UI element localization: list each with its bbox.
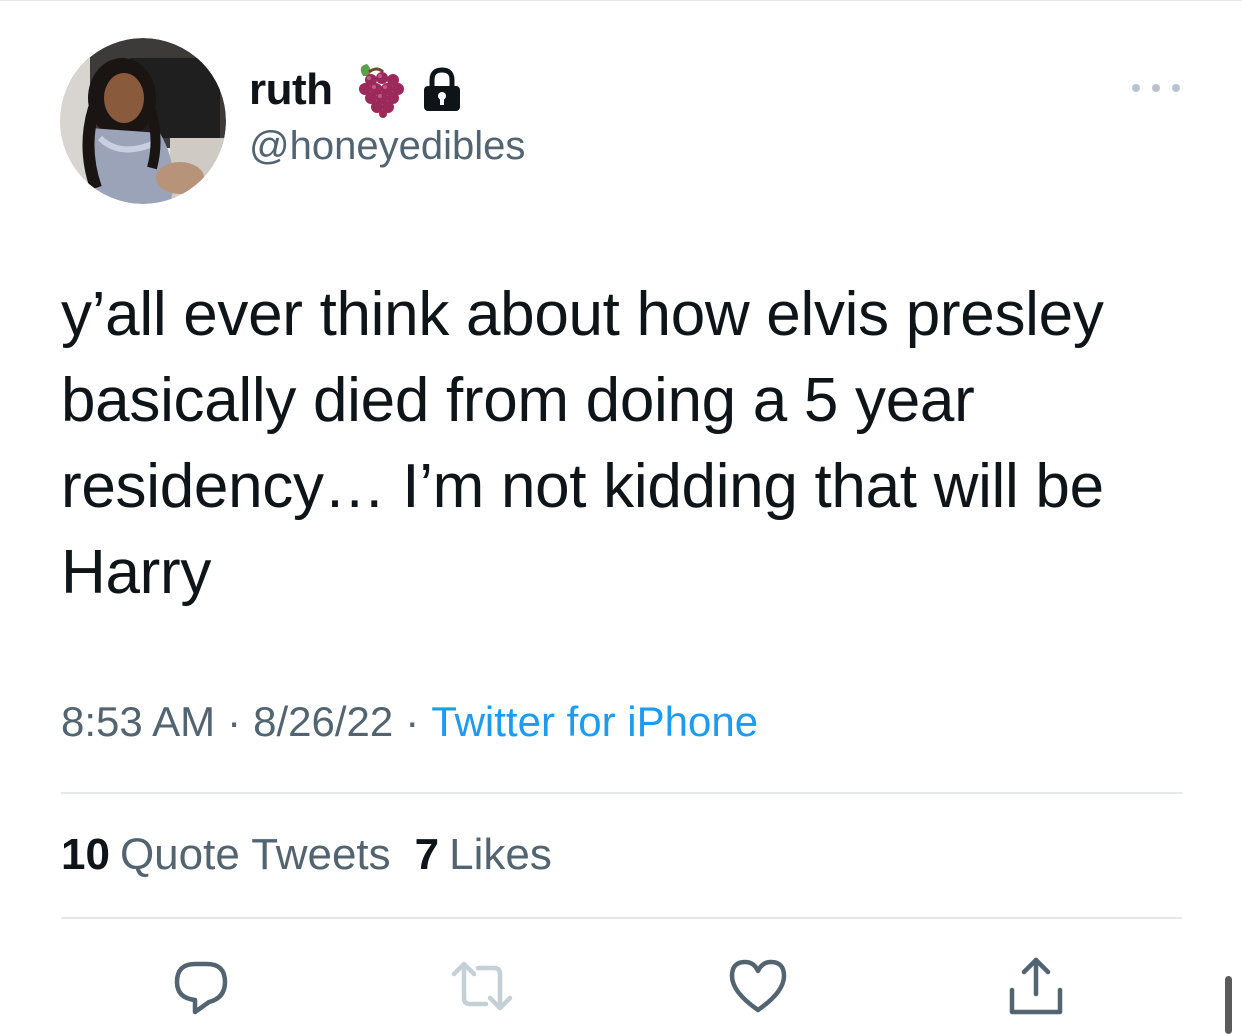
likes-count: 7 (414, 830, 440, 879)
tweet-text: y’all ever think about how elvis presley… (61, 280, 1104, 607)
retweet-icon (451, 961, 513, 1011)
user-name-row: ruth (249, 62, 463, 118)
share-icon (1009, 957, 1063, 1015)
display-name[interactable]: ruth (249, 65, 333, 115)
avatar-image (60, 38, 226, 204)
more-options-button[interactable] (1132, 76, 1180, 100)
tweet-date[interactable]: 8/26/22 (253, 698, 393, 745)
quote-tweets-stat[interactable]: 10 Quote Tweets (61, 830, 391, 880)
reply-button[interactable] (169, 956, 233, 1016)
heart-icon (729, 959, 787, 1013)
retweet-button[interactable] (450, 956, 514, 1016)
like-button[interactable] (726, 956, 790, 1016)
user-handle[interactable]: @honeyedibles (249, 124, 525, 169)
more-dot-icon (1172, 84, 1180, 92)
meta-separator: · (227, 698, 242, 745)
meta-separator: · (405, 698, 420, 745)
tweet-meta: 8:53 AM · 8/26/22 · Twitter for iPhone (61, 698, 758, 746)
divider (61, 792, 1182, 794)
scrollbar[interactable] (1225, 976, 1232, 1034)
avatar[interactable] (60, 38, 226, 204)
quote-tweets-count: 10 (61, 830, 110, 879)
lock-icon (423, 67, 460, 111)
divider (61, 917, 1182, 919)
share-button[interactable] (1004, 956, 1068, 1016)
likes-label: Likes (449, 830, 552, 879)
likes-stat[interactable]: 7 Likes (415, 830, 552, 880)
quote-tweets-label: Quote Tweets (119, 830, 391, 879)
more-dot-icon (1132, 84, 1140, 92)
tweet-stats: 10 Quote Tweets 7 Likes (61, 830, 552, 880)
reply-icon (174, 961, 228, 1015)
tweet-time[interactable]: 8:53 AM (61, 698, 215, 745)
grapes-icon (358, 64, 404, 118)
top-border (0, 0, 1242, 1)
more-dot-icon (1152, 84, 1160, 92)
tweet-source-link[interactable]: Twitter for iPhone (431, 698, 758, 745)
tweet-actions (0, 956, 1242, 1016)
